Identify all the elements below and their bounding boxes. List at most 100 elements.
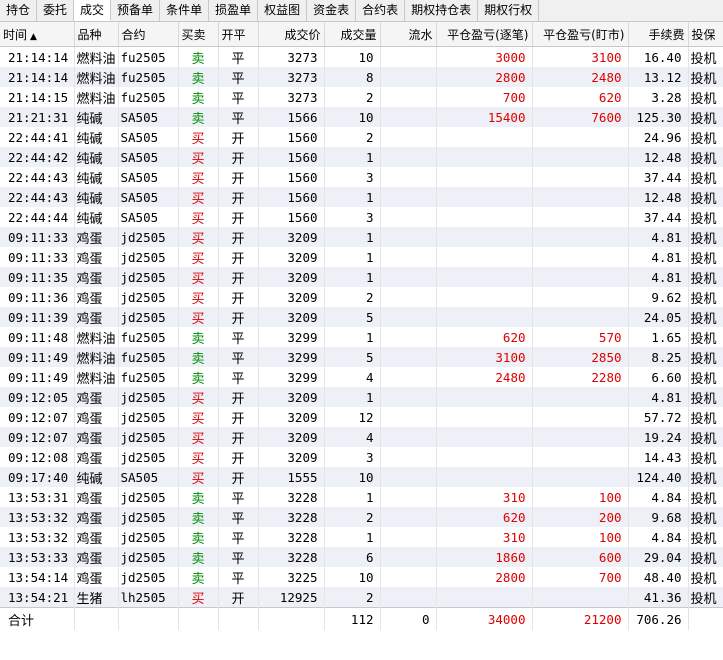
cell-pnl-trade: 2800 bbox=[436, 567, 533, 587]
table-row[interactable]: 22:44:42 纯碱 SA505 买开 1560 1 12.48 投机 bbox=[0, 147, 723, 167]
table-row[interactable]: 22:44:41 纯碱 SA505 买开 1560 2 24.96 投机 bbox=[0, 127, 723, 147]
table-row[interactable]: 09:11:49 燃料油 fu2505 卖平 3299 5 3100 2850 8.25 投机 bbox=[0, 347, 723, 367]
cell-time: 21:14:15 bbox=[0, 87, 75, 107]
table-row[interactable]: 13:54:14 鸡蛋 jd2505 卖平 3225 10 2800 700 48.40 投机 bbox=[0, 567, 723, 587]
tab-10[interactable]: 期权行权 bbox=[478, 0, 540, 21]
cell-fee: 4.81 bbox=[628, 227, 689, 247]
table-row[interactable]: 09:12:07 鸡蛋 jd2505 买开 3209 12 57.72 投机 bbox=[0, 407, 723, 427]
cell-product: 鸡蛋 bbox=[74, 447, 119, 467]
col-header-product[interactable]: 品种 bbox=[74, 22, 119, 47]
cell-side: 买 bbox=[178, 387, 219, 407]
cell-volume: 1 bbox=[324, 247, 381, 267]
table-row[interactable]: 13:53:31 鸡蛋 jd2505 卖平 3228 1 310 100 4.84 投机 bbox=[0, 487, 723, 507]
tab-9[interactable]: 期权持仓表 bbox=[405, 0, 479, 21]
tab-4[interactable]: 条件单 bbox=[160, 0, 210, 21]
cell-fee: 24.96 bbox=[628, 127, 689, 147]
table-row[interactable]: 09:11:35 鸡蛋 jd2505 买开 3209 1 4.81 投机 bbox=[0, 267, 723, 287]
col-header-openclose[interactable]: 开平 bbox=[218, 22, 259, 47]
col-header-fee[interactable]: 手续费 bbox=[628, 22, 689, 47]
cell-pnl-trade bbox=[436, 427, 533, 447]
cell-time: 22:44:42 bbox=[0, 147, 75, 167]
col-header-pnl-mark[interactable]: 平仓盈亏(盯市) bbox=[532, 22, 629, 47]
cell-flow bbox=[380, 167, 437, 187]
cell-pnl-mark bbox=[532, 427, 629, 447]
cell-hedge: 投机 bbox=[688, 267, 723, 287]
cell-product: 鸡蛋 bbox=[74, 287, 119, 307]
trades-body: 21:14:14 燃料油 fu2505 卖平 3273 10 3000 3100 16.40 投机… bbox=[0, 46, 723, 608]
table-row[interactable]: 22:44:43 纯碱 SA505 买开 1560 1 12.48 投机 bbox=[0, 187, 723, 207]
tab-2[interactable]: 成交 bbox=[74, 0, 112, 21]
tab-0[interactable]: 持仓 bbox=[0, 0, 38, 21]
cell-product: 纯碱 bbox=[74, 107, 119, 127]
cell-volume: 10 bbox=[324, 467, 381, 487]
table-row[interactable]: 13:53:32 鸡蛋 jd2505 卖平 3228 1 310 100 4.84 投机 bbox=[0, 527, 723, 547]
cell-contract: jd2505 bbox=[118, 527, 179, 547]
cell-price: 3299 bbox=[258, 347, 325, 367]
table-row[interactable]: 22:44:43 纯碱 SA505 买开 1560 3 37.44 投机 bbox=[0, 167, 723, 187]
cell-price: 3225 bbox=[258, 567, 325, 587]
cell-contract: jd2505 bbox=[118, 227, 179, 247]
col-header-time[interactable]: 时间 ▲ bbox=[0, 22, 75, 47]
col-header-hedge[interactable]: 投保 bbox=[688, 22, 723, 47]
cell-pnl-trade bbox=[436, 147, 533, 167]
table-row[interactable]: 09:11:36 鸡蛋 jd2505 买开 3209 2 9.62 投机 bbox=[0, 287, 723, 307]
table-row[interactable]: 09:11:33 鸡蛋 jd2505 买开 3209 1 4.81 投机 bbox=[0, 227, 723, 247]
cell-pnl-mark bbox=[532, 287, 629, 307]
table-row[interactable]: 09:11:33 鸡蛋 jd2505 买开 3209 1 4.81 投机 bbox=[0, 247, 723, 267]
cell-openclose: 开 bbox=[218, 467, 259, 487]
table-row[interactable]: 09:17:40 纯碱 SA505 买开 1555 10 124.40 投机 bbox=[0, 467, 723, 487]
col-header-price[interactable]: 成交价 bbox=[258, 22, 325, 47]
col-header-pnl-trade[interactable]: 平仓盈亏(逐笔) bbox=[436, 22, 533, 47]
table-row[interactable]: 09:12:05 鸡蛋 jd2505 买开 3209 1 4.81 投机 bbox=[0, 387, 723, 407]
cell-side: 卖 bbox=[178, 487, 219, 507]
table-row[interactable]: 21:21:31 纯碱 SA505 卖平 1566 10 15400 7600 125.30 投机 bbox=[0, 107, 723, 127]
cell-openclose: 平 bbox=[218, 567, 259, 587]
col-header-volume[interactable]: 成交量 bbox=[324, 22, 381, 47]
cell-contract: jd2505 bbox=[118, 547, 179, 567]
table-row[interactable]: 09:11:49 燃料油 fu2505 卖平 3299 4 2480 2280 6.60 投机 bbox=[0, 367, 723, 387]
table-row[interactable]: 13:54:21 生猪 lh2505 买开 12925 2 41.36 投机 bbox=[0, 587, 723, 608]
table-row[interactable]: 09:12:08 鸡蛋 jd2505 买开 3209 3 14.43 投机 bbox=[0, 447, 723, 467]
cell-price: 1560 bbox=[258, 127, 325, 147]
table-row[interactable]: 21:14:14 燃料油 fu2505 卖平 3273 10 3000 3100 16.40 投机 bbox=[0, 46, 723, 67]
tab-7[interactable]: 资金表 bbox=[307, 0, 357, 21]
cell-time: 21:14:14 bbox=[0, 67, 75, 87]
table-row[interactable]: 13:53:33 鸡蛋 jd2505 卖平 3228 6 1860 600 29.04 投机 bbox=[0, 547, 723, 567]
table-row[interactable]: 21:14:14 燃料油 fu2505 卖平 3273 8 2800 2480 13.12 投机 bbox=[0, 67, 723, 87]
tab-8[interactable]: 合约表 bbox=[356, 0, 406, 21]
tab-6[interactable]: 权益图 bbox=[258, 0, 308, 21]
cell-fee: 29.04 bbox=[628, 547, 689, 567]
table-row[interactable]: 22:44:44 纯碱 SA505 买开 1560 3 37.44 投机 bbox=[0, 207, 723, 227]
cell-openclose: 平 bbox=[218, 327, 259, 347]
col-header-contract[interactable]: 合约 bbox=[118, 22, 179, 47]
cell-volume: 2 bbox=[324, 507, 381, 527]
table-row[interactable]: 21:14:15 燃料油 fu2505 卖平 3273 2 700 620 3.28 投机 bbox=[0, 87, 723, 107]
table-row[interactable]: 09:11:39 鸡蛋 jd2505 买开 3209 5 24.05 投机 bbox=[0, 307, 723, 327]
tab-3[interactable]: 预备单 bbox=[111, 0, 161, 21]
cell-side: 卖 bbox=[178, 367, 219, 387]
cell-pnl-trade bbox=[436, 187, 533, 207]
tab-1[interactable]: 委托 bbox=[37, 0, 75, 21]
table-row[interactable]: 09:11:48 燃料油 fu2505 卖平 3299 1 620 570 1.65 投机 bbox=[0, 327, 723, 347]
cell-pnl-trade: 2480 bbox=[436, 367, 533, 387]
table-row[interactable]: 13:53:32 鸡蛋 jd2505 卖平 3228 2 620 200 9.68 投机 bbox=[0, 507, 723, 527]
cell-contract: jd2505 bbox=[118, 427, 179, 447]
cell-pnl-trade bbox=[436, 227, 533, 247]
cell-hedge: 投机 bbox=[688, 407, 723, 427]
cell-openclose: 开 bbox=[218, 147, 259, 167]
cell-hedge: 投机 bbox=[688, 167, 723, 187]
cell-pnl-mark bbox=[532, 447, 629, 467]
table-row[interactable]: 09:12:07 鸡蛋 jd2505 买开 3209 4 19.24 投机 bbox=[0, 427, 723, 447]
cell-price: 3209 bbox=[258, 267, 325, 287]
tab-5[interactable]: 损盈单 bbox=[209, 0, 259, 21]
col-header-flow[interactable]: 流水 bbox=[380, 22, 437, 47]
cell-fee: 125.30 bbox=[628, 107, 689, 127]
cell-fee: 4.81 bbox=[628, 387, 689, 407]
cell-openclose: 开 bbox=[218, 307, 259, 327]
cell-flow bbox=[380, 447, 437, 467]
cell-contract: SA505 bbox=[118, 127, 179, 147]
cell-time: 09:11:48 bbox=[0, 327, 75, 347]
cell-price: 3299 bbox=[258, 367, 325, 387]
cell-time: 13:53:32 bbox=[0, 507, 75, 527]
col-header-side[interactable]: 买卖 bbox=[178, 22, 219, 47]
